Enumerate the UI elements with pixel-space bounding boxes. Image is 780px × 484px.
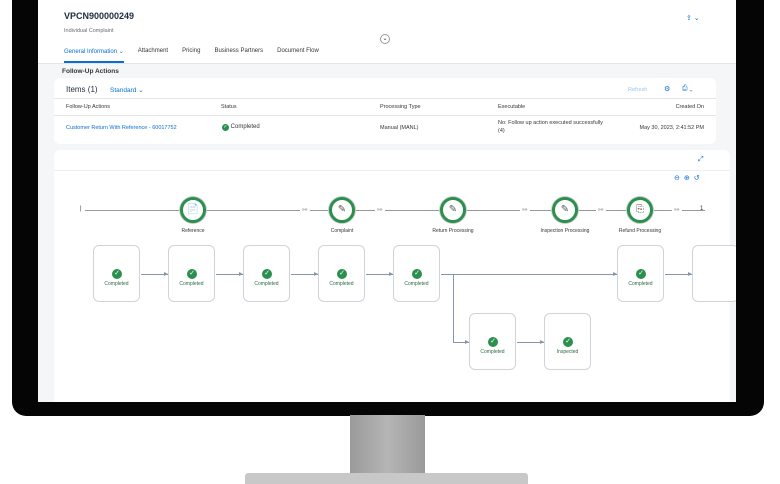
check-icon: ✓ [412,269,422,279]
lane-label: Inspection Processing [540,228,590,234]
check-icon: ✓ [636,269,646,279]
node-status: Completed [329,281,354,287]
connector-line [453,274,454,342]
arrow-head [389,272,393,276]
arrow-head [688,272,692,276]
node-status: Completed [480,349,505,355]
arrow-head [540,340,544,344]
lane-header-icon[interactable]: ✎ [552,197,578,223]
app-screen: VPCN900000249 Individual Complaint ⌄ ⇪ ⌄… [38,0,736,402]
more-lanes-button[interactable]: 1 [700,206,703,212]
monitor-base [245,473,528,484]
flow-node[interactable]: ✓ Completed [168,245,215,302]
flow-node-partial[interactable] [692,245,736,302]
arrow-head [164,272,168,276]
check-icon: ✓ [337,269,347,279]
arrow-head [465,340,469,344]
check-icon: ✓ [563,337,573,347]
process-flow: | »» »» »» »» »» 📄 Reference ✎ Complaint ✎ Return P… [38,0,736,402]
arrow-head [613,272,617,276]
lane-header-icon[interactable]: ✎ [440,197,466,223]
node-status: Completed [404,281,429,287]
chevron-right-icon: »» [672,207,682,213]
flow-node[interactable]: ✓ Inspected [544,313,591,370]
node-status: Completed [628,281,653,287]
lane-label: Reference [181,228,205,234]
lane-label: Complaint [330,228,354,234]
node-status: Completed [104,281,129,287]
flow-node[interactable]: ✓ Completed [393,245,440,302]
lane-start-marker: | [80,206,82,212]
connector-line [441,274,617,275]
check-icon: ✓ [262,269,272,279]
node-status: Completed [254,281,279,287]
flow-node[interactable]: ✓ Completed [93,245,140,302]
flow-node[interactable]: ✓ Completed [243,245,290,302]
check-icon: ✓ [187,269,197,279]
lane-header-icon[interactable]: ⎘ [627,197,653,223]
arrow-head [239,272,243,276]
flow-node[interactable]: ✓ Completed [469,313,516,370]
node-status: Inspected [556,349,579,355]
arrow-head [314,272,318,276]
process-flow-card: ⤢ ⊖⊕↺ |»»»»»»»»»» 📄 Reference ✎ Complaint ✎ Re… [54,150,736,402]
chevron-right-icon: »» [520,207,530,213]
lane-label: Refund Processing [618,228,662,234]
chevron-right-icon: »» [300,207,310,213]
lane-header-icon[interactable]: 📄 [180,197,206,223]
chevron-right-icon: »» [375,207,385,213]
check-icon: ✓ [488,337,498,347]
monitor-stand [350,415,425,477]
check-icon: ✓ [112,269,122,279]
chevron-right-icon: »» [596,207,606,213]
lane-line [85,210,705,211]
flow-node[interactable]: ✓ Completed [318,245,365,302]
lane-label: Return Processing [432,228,474,234]
lane-header-icon[interactable]: ✎ [329,197,355,223]
flow-node[interactable]: ✓ Completed [617,245,664,302]
node-status: Completed [179,281,204,287]
